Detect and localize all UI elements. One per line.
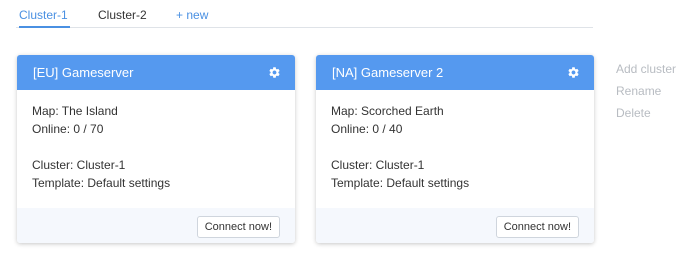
template-text: Template: Default settings [331,176,470,190]
cluster-actions: Add cluster Rename Delete [616,58,676,124]
connect-button[interactable]: Connect now! [196,216,280,238]
delete-link[interactable]: Delete [616,102,676,124]
cluster-tabs: Cluster-1 Cluster-2 + new [16,0,593,28]
add-cluster-link[interactable]: Add cluster [616,58,676,80]
server-name: [EU] Gameserver [33,65,134,80]
card-header: [EU] Gameserver [17,55,295,90]
tab-cluster-1[interactable]: Cluster-1 [19,8,70,28]
gear-icon[interactable] [567,66,580,79]
card-header: [NA] Gameserver 2 [316,55,594,90]
server-card-eu: [EU] Gameserver Map: The Island Online: … [17,55,295,243]
server-card-na: [NA] Gameserver 2 Map: Scorched Earth On… [316,55,594,243]
cluster-text: Cluster: Cluster-1 [331,158,425,172]
map-text: Map: Scorched Earth [331,104,444,118]
tab-cluster-2[interactable]: Cluster-2 [98,8,147,22]
card-footer: Connect now! [17,208,295,243]
rename-link[interactable]: Rename [616,80,676,102]
cluster-text: Cluster: Cluster-1 [32,158,126,172]
template-text: Template: Default settings [32,176,171,190]
gear-icon[interactable] [268,66,281,79]
map-text: Map: The Island [32,104,118,118]
card-footer: Connect now! [316,208,594,243]
card-body: Map: Scorched Earth Online: 0 / 40 Clust… [316,90,594,209]
online-text: Online: 0 / 40 [331,122,403,136]
card-body: Map: The Island Online: 0 / 70 Cluster: … [17,90,295,209]
online-text: Online: 0 / 70 [32,122,104,136]
connect-button[interactable]: Connect now! [495,216,579,238]
new-cluster-tab[interactable]: + new [176,8,208,22]
server-name: [NA] Gameserver 2 [332,65,444,80]
